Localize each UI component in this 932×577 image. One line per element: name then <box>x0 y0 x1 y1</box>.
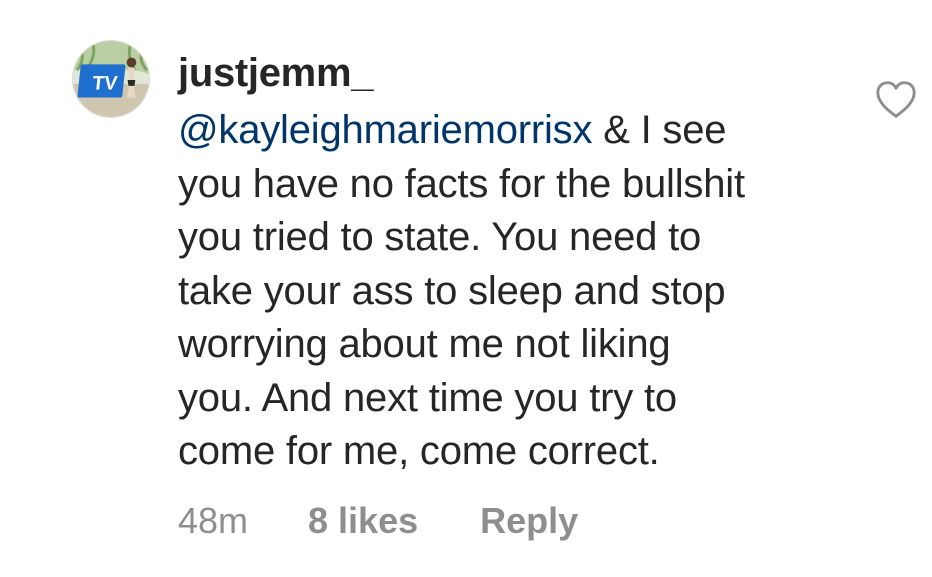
comment-item: TV justjemm_ @kayleighmariemorrisx & I s… <box>0 0 932 577</box>
comment-content: justjemm_ @kayleighmariemorrisx & I see y… <box>178 48 858 479</box>
comment-line: & I see <box>592 108 727 152</box>
comment-line: worrying about me not liking <box>178 322 671 366</box>
comment-line: you have no facts for the bullshit <box>178 161 745 206</box>
avatar-image: TV <box>73 41 149 117</box>
avatar[interactable]: TV <box>72 40 150 118</box>
comment-line: you tried to state. You need to <box>178 215 702 259</box>
heart-outline-icon <box>876 81 916 118</box>
comment-line: come for me, come correct. <box>178 429 660 473</box>
reply-button[interactable]: Reply <box>480 500 578 542</box>
logo-text: TV <box>91 73 118 95</box>
like-button[interactable] <box>874 80 918 120</box>
comment-timestamp: 48m <box>178 500 249 541</box>
comment-meta: 48m 8 likes Reply <box>178 498 578 544</box>
comment-username[interactable]: justjemm_ <box>178 48 858 98</box>
comment-line: take your ass to sleep and stop <box>178 268 726 313</box>
comment-text: @kayleighmariemorrisx & I see you have no… <box>178 104 858 479</box>
comment-line: you. And next time you try to <box>178 375 677 420</box>
mention-link[interactable]: @kayleighmariemorrisx <box>178 108 592 152</box>
likes-count[interactable]: 8 likes <box>308 500 418 542</box>
